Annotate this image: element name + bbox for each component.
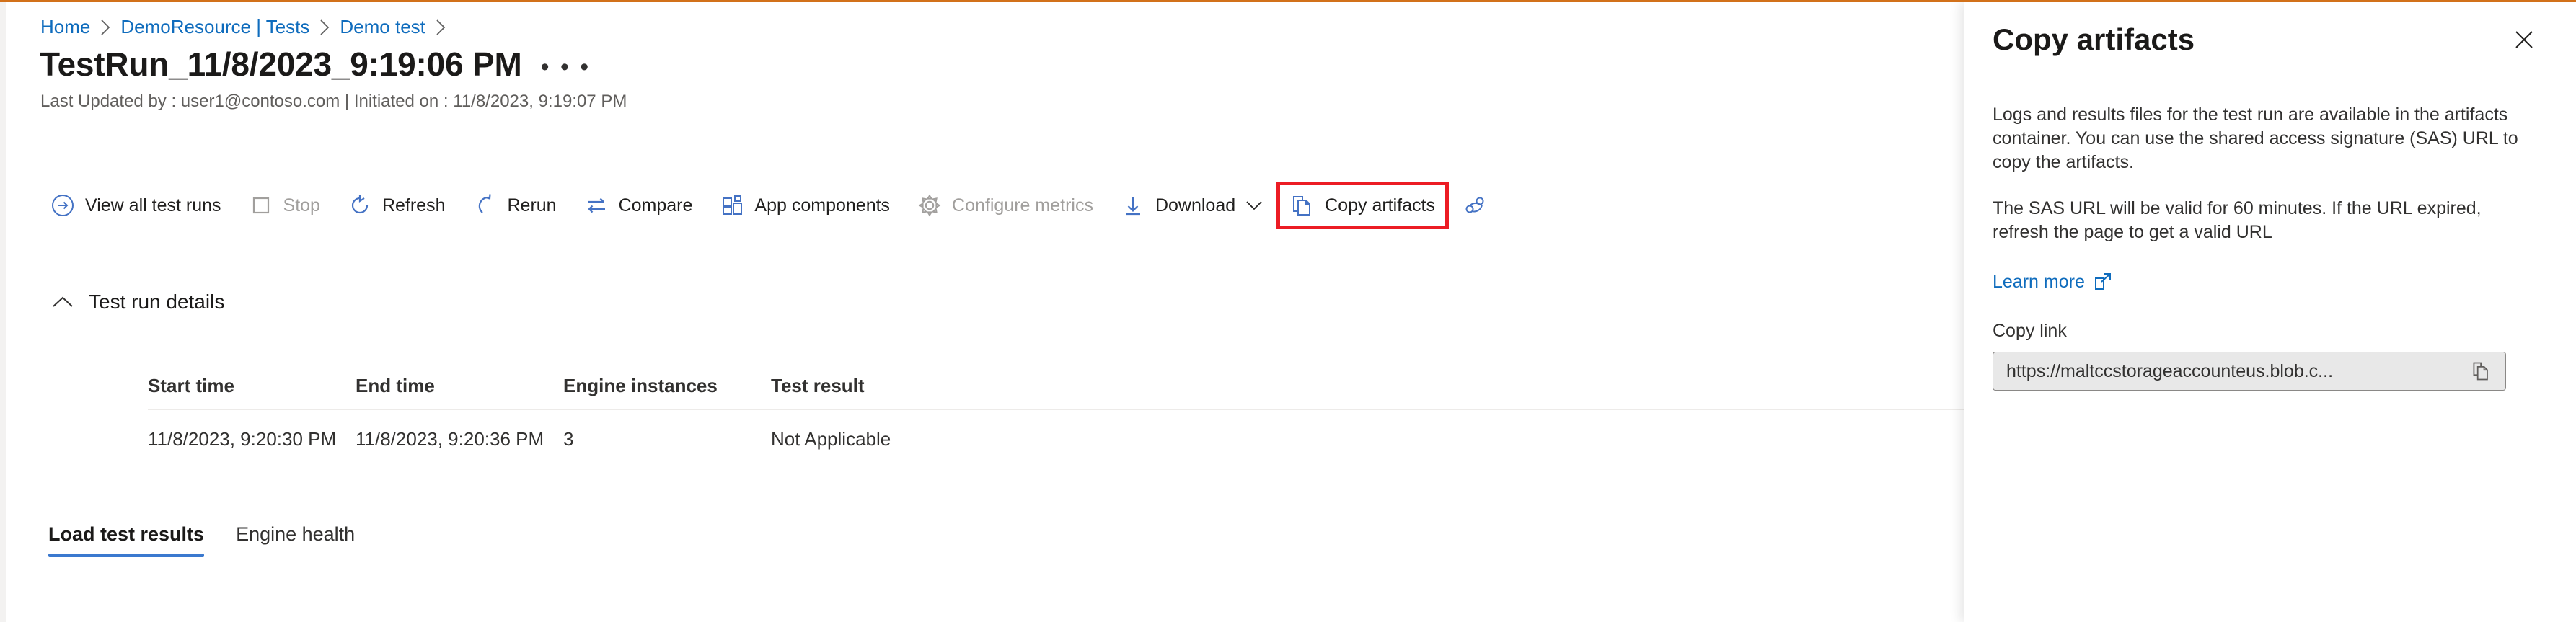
page-title: TestRun_11/8/2023_9:19:06 PM: [40, 44, 522, 84]
top-accent-bar: [0, 0, 2576, 2]
chevron-right-icon: [100, 19, 110, 35]
app-page: Home DemoResource | Tests Demo test Test…: [0, 0, 2576, 622]
cell-start-time: 11/8/2023, 9:20:30 PM: [148, 428, 356, 450]
panel-paragraph-1: Logs and results files for the test run …: [1993, 103, 2541, 174]
refresh-icon: [348, 193, 372, 218]
tab-engine-health[interactable]: Engine health: [220, 511, 371, 560]
external-link-icon: [2094, 272, 2112, 291]
learn-more-label: Learn more: [1993, 271, 2085, 293]
tab-load-test-results[interactable]: Load test results: [32, 511, 220, 560]
configure-metrics-button[interactable]: Configure metrics: [907, 185, 1103, 226]
stop-square-icon: [249, 193, 273, 218]
panel-title: Copy artifacts: [1993, 22, 2195, 57]
download-button[interactable]: Download: [1111, 185, 1273, 226]
page-subtitle: Last Updated by : user1@contoso.com | In…: [40, 92, 627, 112]
chevron-right-icon: [319, 19, 330, 35]
panel-paragraph-2: The SAS URL will be valid for 60 minutes…: [1993, 197, 2541, 244]
copy-artifacts-icon: [1290, 193, 1315, 218]
copy-artifacts-label: Copy artifacts: [1325, 195, 1435, 216]
stop-label: Stop: [283, 195, 320, 216]
cell-engine-instances: 3: [563, 428, 771, 450]
column-header-end-time: End time: [356, 375, 563, 396]
more-options-button[interactable]: • • •: [541, 55, 591, 79]
refresh-label: Refresh: [382, 195, 446, 216]
column-header-start-time: Start time: [148, 375, 356, 396]
panel-header: Copy artifacts: [1964, 2, 2576, 77]
breadcrumb: Home DemoResource | Tests Demo test: [40, 16, 456, 37]
view-all-test-runs-button[interactable]: View all test runs: [40, 185, 231, 226]
share-button[interactable]: [1452, 185, 1507, 226]
stop-button[interactable]: Stop: [239, 185, 330, 226]
rerun-button[interactable]: Rerun: [463, 185, 567, 226]
close-icon[interactable]: [2505, 21, 2543, 58]
download-icon: [1121, 193, 1145, 218]
chevron-up-icon: [51, 290, 74, 314]
breadcrumb-item-test[interactable]: Demo test: [340, 16, 425, 37]
breadcrumb-item-resource[interactable]: DemoResource | Tests: [120, 16, 309, 37]
copy-link-value: https://maltccstorageaccounteus.blob.c..…: [2006, 360, 2468, 382]
title-row: TestRun_11/8/2023_9:19:06 PM • • •: [40, 44, 591, 84]
copy-artifacts-panel: Copy artifacts Logs and results files fo…: [1964, 2, 2576, 622]
app-components-icon: [720, 193, 744, 218]
pivot-tabs: Load test results Engine health: [32, 511, 371, 560]
cell-test-result: Not Applicable: [771, 428, 1074, 450]
refresh-button[interactable]: Refresh: [338, 185, 456, 226]
test-run-details-title: Test run details: [89, 290, 224, 314]
app-components-button[interactable]: App components: [710, 185, 900, 226]
learn-more-link[interactable]: Learn more: [1993, 271, 2112, 293]
view-all-test-runs-label: View all test runs: [85, 195, 221, 216]
test-run-details-section-header[interactable]: Test run details: [51, 290, 224, 314]
compare-arrows-icon: [584, 193, 609, 218]
copy-artifacts-button[interactable]: Copy artifacts: [1280, 185, 1445, 226]
app-components-label: App components: [754, 195, 890, 216]
chevron-right-icon: [436, 19, 446, 35]
column-header-test-result: Test result: [771, 375, 1074, 396]
configure-metrics-label: Configure metrics: [952, 195, 1093, 216]
download-label: Download: [1155, 195, 1235, 216]
breadcrumb-item-home[interactable]: Home: [40, 16, 90, 37]
column-header-engine-instances: Engine instances: [563, 375, 771, 396]
cell-end-time: 11/8/2023, 9:20:36 PM: [356, 428, 563, 450]
rerun-label: Rerun: [508, 195, 557, 216]
arrow-right-circle-icon: [50, 193, 75, 218]
copy-link-field[interactable]: https://maltccstorageaccounteus.blob.c..…: [1993, 352, 2506, 391]
gear-icon: [917, 193, 942, 218]
chevron-down-icon: [1245, 197, 1263, 214]
compare-button[interactable]: Compare: [574, 185, 703, 226]
copy-link-label: Copy link: [1993, 320, 2547, 342]
rerun-icon: [473, 193, 498, 218]
compare-label: Compare: [619, 195, 693, 216]
panel-body: Logs and results files for the test run …: [1964, 77, 2576, 622]
left-gutter: [0, 2, 6, 622]
copy-icon[interactable]: [2468, 357, 2495, 385]
share-network-icon: [1463, 193, 1487, 218]
